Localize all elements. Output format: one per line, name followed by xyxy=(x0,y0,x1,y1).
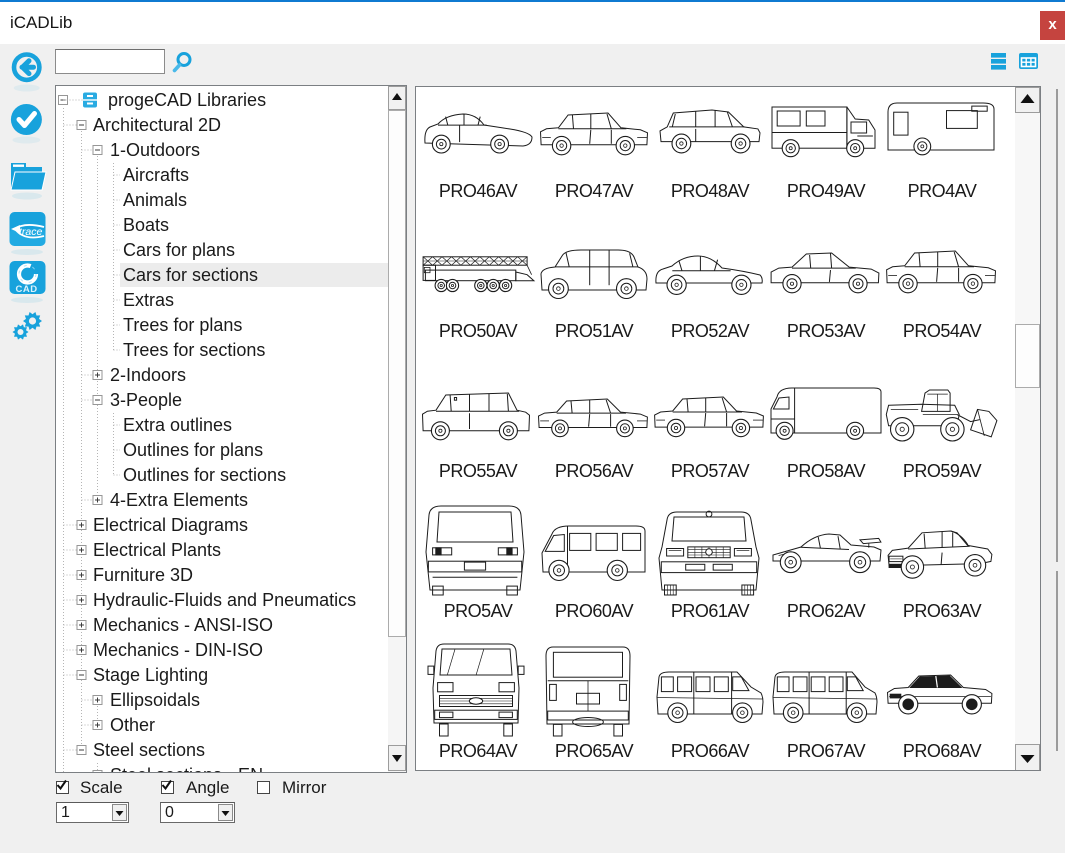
svg-text:CAD: CAD xyxy=(16,284,38,295)
svg-text:trace: trace xyxy=(19,226,43,238)
